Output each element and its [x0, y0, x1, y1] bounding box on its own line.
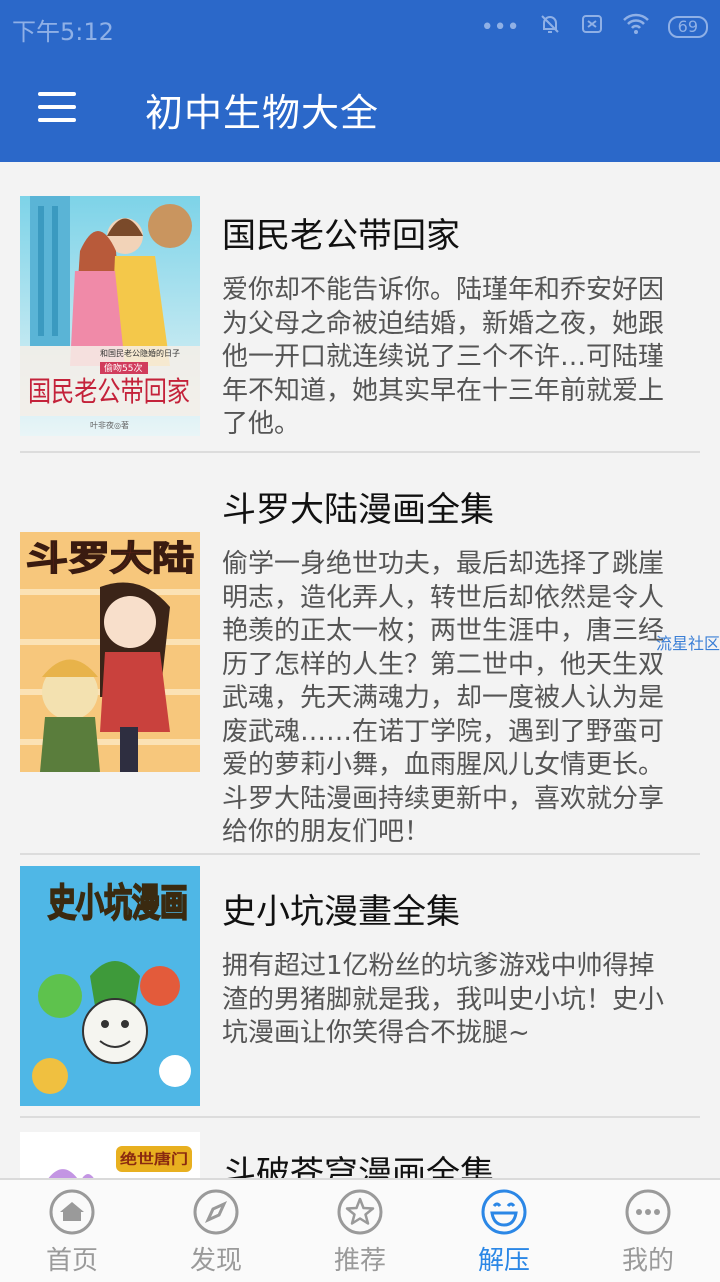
- divider: [20, 853, 700, 855]
- book-list: 和国民老公隐婚的日子 偷吻55次 国民老公带回家 叶非夜◎著 国民老公带回家 爱…: [0, 162, 720, 1178]
- tab-mine[interactable]: 我的: [576, 1180, 720, 1282]
- more-dots-icon: [625, 1189, 671, 1235]
- book-description: 偷学一身绝世功夫，最后却选择了跳崖明志，造化弄人，转世后却依然是令人艳羡的正太一…: [222, 549, 665, 847]
- signal-dots-icon: •••: [480, 14, 520, 40]
- cover-author: 叶非夜◎著: [90, 420, 129, 430]
- status-icons: ••• 69: [481, 12, 708, 42]
- cover-badge: 偷吻55次: [104, 362, 142, 374]
- book-title: 史小坑漫畫全集: [222, 892, 460, 932]
- book-cover: 史小坑漫画: [20, 866, 200, 1106]
- watermark: 流星社区: [655, 634, 720, 653]
- divider: [20, 1116, 700, 1118]
- cover-title-text: 斗罗大陆: [26, 539, 194, 579]
- cover-title-text: 绝世唐门: [120, 1151, 188, 1168]
- cover-title-text: 史小坑漫画: [48, 881, 188, 925]
- tab-label: 首页: [45, 1246, 98, 1276]
- divider: [20, 451, 700, 453]
- cover-title-text: 国民老公带回家: [28, 375, 190, 408]
- book-title: 斗破苍穹漫画全集: [222, 1154, 494, 1178]
- book-cover: 绝世唐门: [20, 1132, 200, 1178]
- bottom-nav: 首页 发现 推荐 解压 我的: [0, 1178, 720, 1282]
- tab-discover[interactable]: 发现: [144, 1180, 288, 1282]
- cover-subtext: 和国民老公隐婚的日子: [100, 348, 180, 358]
- tab-recommend[interactable]: 推荐: [288, 1180, 432, 1282]
- mute-bell-icon: [538, 12, 562, 42]
- book-cover: 斗罗大陆: [20, 532, 200, 772]
- book-cover: 和国民老公隐婚的日子 偷吻55次 国民老公带回家 叶非夜◎著: [20, 196, 200, 436]
- status-bar: 下午5:12 ••• 69: [0, 0, 720, 52]
- home-icon: [49, 1189, 95, 1235]
- battery-icon: 69: [667, 16, 708, 38]
- status-time: 下午5:12: [12, 18, 114, 46]
- star-icon: [337, 1189, 383, 1235]
- tab-label: 解压: [477, 1246, 530, 1276]
- book-title: 斗罗大陆漫画全集: [222, 490, 494, 530]
- smile-icon: [481, 1189, 527, 1235]
- tab-relax[interactable]: 解压: [432, 1180, 576, 1282]
- compass-icon: [193, 1189, 239, 1235]
- book-title: 国民老公带回家: [222, 216, 460, 256]
- tab-label: 我的: [621, 1246, 674, 1276]
- app-title: 初中生物大全: [145, 91, 380, 135]
- book-description: 爱你却不能告诉你。陆瑾年和乔安好因为父母之命被迫结婚，新婚之夜，她跟他一开口就连…: [222, 275, 665, 439]
- app-bar: 初中生物大全: [0, 52, 720, 162]
- wifi-icon: [622, 12, 650, 42]
- book-description: 拥有超过1亿粉丝的坑爹游戏中帅得掉渣的男猪脚就是我，我叫史小坑！史小坑漫画让你笑…: [222, 951, 665, 1048]
- tab-label: 推荐: [333, 1246, 386, 1276]
- hamburger-menu-icon[interactable]: [38, 92, 76, 122]
- sim-icon: [580, 12, 604, 42]
- tab-home[interactable]: 首页: [0, 1180, 144, 1282]
- tab-label: 发现: [189, 1246, 242, 1276]
